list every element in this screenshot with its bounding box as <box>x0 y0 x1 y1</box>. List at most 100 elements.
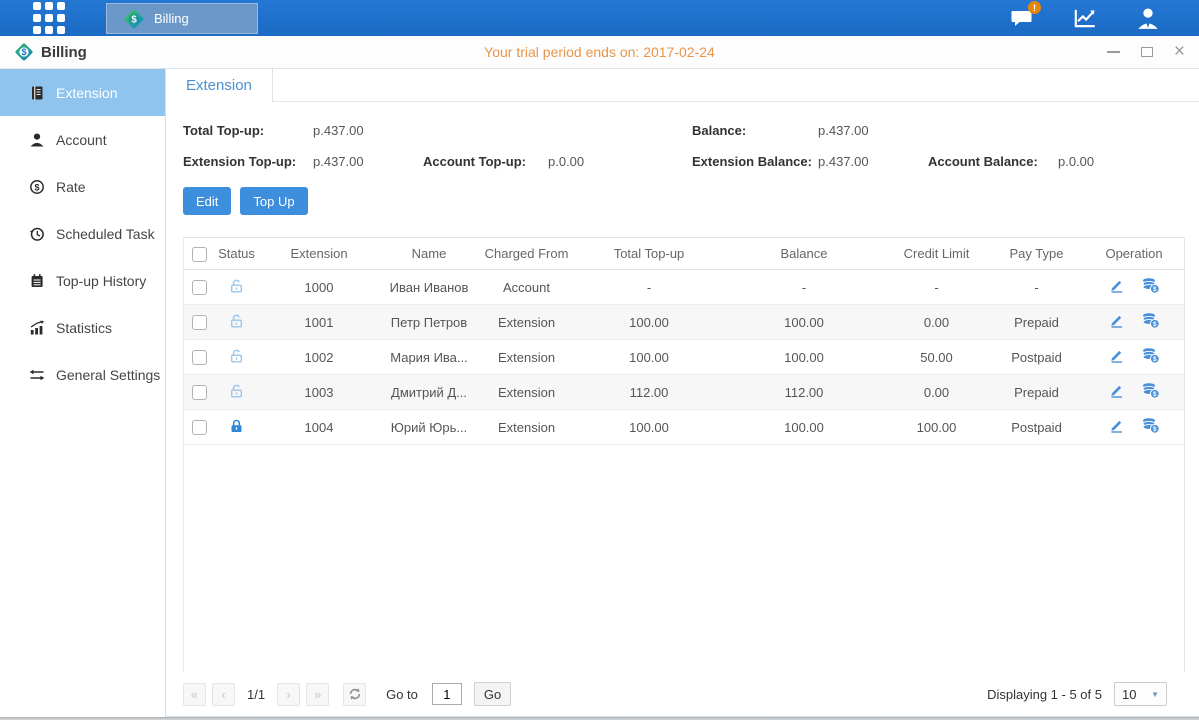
row-checkbox[interactable] <box>192 315 207 330</box>
next-page-button[interactable]: › <box>277 683 300 706</box>
edit-row-button[interactable] <box>1108 417 1125 434</box>
billing-diamond-icon: $ <box>123 8 145 30</box>
sidebar-item-extension[interactable]: Extension <box>0 69 165 116</box>
account-menu-button[interactable] <box>1135 5 1161 31</box>
coins-icon: $ <box>1141 277 1160 294</box>
col-credit-limit: Credit Limit <box>884 238 989 270</box>
open-app-tab-billing[interactable]: $ Billing <box>106 3 258 34</box>
extension-cell: 1003 <box>259 375 379 410</box>
rate-dollar-icon: $ <box>29 179 45 195</box>
row-checkbox[interactable] <box>192 385 207 400</box>
summary-panel: Total Top-up: p.437.00 Balance: p.437.00… <box>166 102 1199 177</box>
extension-balance-value: p.437.00 <box>818 154 928 169</box>
total-topup-cell: 100.00 <box>574 410 724 445</box>
pay-type-cell: Postpaid <box>989 340 1084 375</box>
minimize-icon[interactable] <box>1107 51 1120 53</box>
sidebar-item-label: Statistics <box>56 320 112 336</box>
app-grid-icon[interactable] <box>33 2 65 34</box>
select-all-checkbox[interactable] <box>192 247 207 262</box>
maximize-icon[interactable] <box>1141 47 1153 57</box>
table-row[interactable]: 1003 Дмитрий Д... Extension 112.00 112.0… <box>184 375 1184 410</box>
messages-button[interactable]: ! <box>1009 5 1035 31</box>
extension-cell: 1001 <box>259 305 379 340</box>
close-icon[interactable]: × <box>1174 46 1185 58</box>
extension-topup-value: p.437.00 <box>313 154 423 169</box>
status-cell <box>214 375 259 410</box>
displaying-text: Displaying 1 - 5 of 5 <box>987 687 1102 702</box>
svg-text:$: $ <box>1153 391 1157 398</box>
status-cell <box>214 270 259 305</box>
edit-button[interactable]: Edit <box>183 187 231 215</box>
toolbar: Edit Top Up <box>166 177 1199 215</box>
row-checkbox[interactable] <box>192 420 207 435</box>
topup-button[interactable]: Top Up <box>240 187 307 215</box>
first-page-button[interactable]: « <box>183 683 206 706</box>
clock-history-icon <box>29 226 45 242</box>
goto-label: Go to <box>386 687 418 702</box>
pencil-icon <box>1108 417 1125 434</box>
svg-text:$: $ <box>1153 321 1157 328</box>
row-checkbox[interactable] <box>192 280 207 295</box>
table-row[interactable]: 1002 Мария Ива... Extension 100.00 100.0… <box>184 340 1184 375</box>
tab-bar-filler <box>273 69 1199 102</box>
unlocked-icon <box>228 348 245 364</box>
reports-button[interactable] <box>1072 5 1098 31</box>
topup-row-button[interactable]: $ <box>1141 347 1160 364</box>
total-topup-cell: 100.00 <box>574 305 724 340</box>
pagination-bar: « ‹ 1/1 › » Go to Go Displayi <box>166 672 1199 717</box>
pay-type-cell: - <box>989 270 1084 305</box>
topup-row-button[interactable]: $ <box>1141 382 1160 399</box>
sidebar-item-general-settings[interactable]: General Settings <box>0 351 165 398</box>
row-checkbox[interactable] <box>192 350 207 365</box>
operation-cell: $ <box>1084 410 1184 445</box>
charged-from-cell: Extension <box>479 410 574 445</box>
sidebar-item-account[interactable]: Account <box>0 116 165 163</box>
svg-text:$: $ <box>1153 286 1157 293</box>
balance-cell: 112.00 <box>724 375 884 410</box>
table-body: 1000 Иван Иванов Account - - - - <box>184 270 1184 445</box>
refresh-button[interactable] <box>343 683 366 706</box>
sidebar-item-scheduled-task[interactable]: Scheduled Task <box>0 210 165 257</box>
balance-cell: 100.00 <box>724 340 884 375</box>
topup-row-button[interactable]: $ <box>1141 312 1160 329</box>
total-topup-cell: - <box>574 270 724 305</box>
col-charged-from: Charged From <box>479 238 574 270</box>
edit-row-button[interactable] <box>1108 347 1125 364</box>
credit-limit-cell: 50.00 <box>884 340 989 375</box>
go-button[interactable]: Go <box>474 682 511 706</box>
sidebar-item-statistics[interactable]: Statistics <box>0 304 165 351</box>
tab-extension[interactable]: Extension <box>166 69 273 102</box>
credit-limit-cell: 0.00 <box>884 375 989 410</box>
extension-balance-label: Extension Balance: <box>692 154 818 169</box>
ledger-icon <box>29 85 45 101</box>
svg-text:$: $ <box>1153 356 1157 363</box>
edit-row-button[interactable] <box>1108 312 1125 329</box>
page-size-select[interactable]: 10 ▼ <box>1114 682 1167 706</box>
locked-icon <box>228 418 245 434</box>
edit-row-button[interactable] <box>1108 277 1125 294</box>
operation-cell: $ <box>1084 270 1184 305</box>
refresh-icon <box>348 687 362 701</box>
topup-row-button[interactable]: $ <box>1141 417 1160 434</box>
sidebar-item-rate[interactable]: $ Rate <box>0 163 165 210</box>
top-app-bar: $ Billing ! <box>0 0 1199 36</box>
goto-page-input[interactable] <box>432 683 462 705</box>
coins-icon: $ <box>1141 417 1160 434</box>
table-row[interactable]: 1000 Иван Иванов Account - - - - <box>184 270 1184 305</box>
table-header-row: Status Extension Name Charged From Total… <box>184 238 1184 270</box>
table-row[interactable]: 1004 Юрий Юрь... Extension 100.00 100.00… <box>184 410 1184 445</box>
table-row[interactable]: 1001 Петр Петров Extension 100.00 100.00… <box>184 305 1184 340</box>
billing-diamond-icon-small: $ <box>14 42 34 62</box>
status-cell <box>214 410 259 445</box>
extension-table: Status Extension Name Charged From Total… <box>184 237 1184 445</box>
charged-from-cell: Extension <box>479 305 574 340</box>
prev-page-button[interactable]: ‹ <box>212 683 235 706</box>
credit-limit-cell: - <box>884 270 989 305</box>
topup-row-button[interactable]: $ <box>1141 277 1160 294</box>
pencil-icon <box>1108 347 1125 364</box>
last-page-button[interactable]: » <box>306 683 329 706</box>
sidebar-item-topup-history[interactable]: Top-up History <box>0 257 165 304</box>
coins-icon: $ <box>1141 347 1160 364</box>
sidebar-item-label: Extension <box>56 85 117 101</box>
edit-row-button[interactable] <box>1108 382 1125 399</box>
